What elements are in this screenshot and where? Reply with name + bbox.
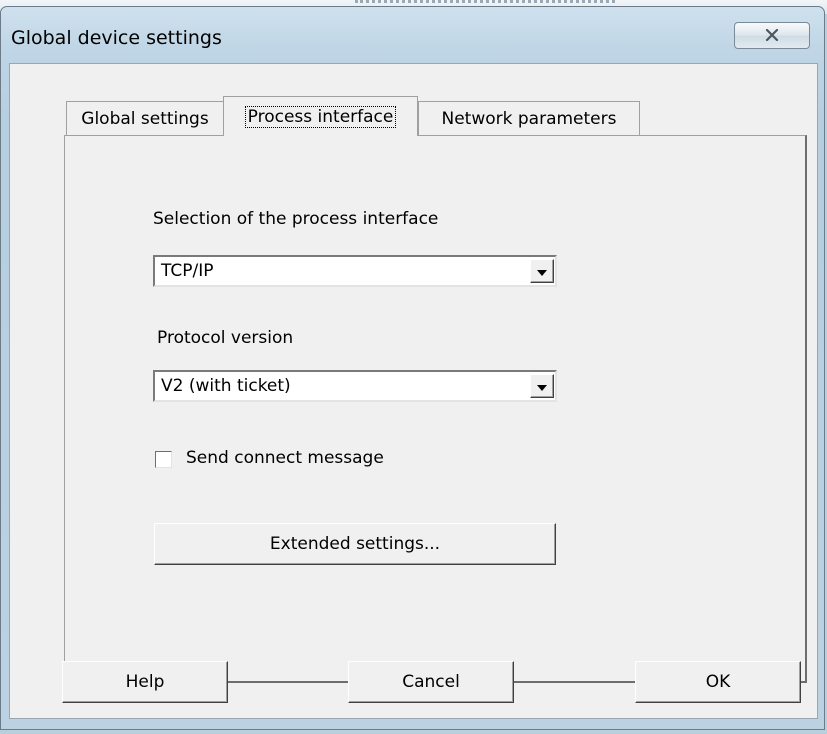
dropdown-arrow-button[interactable] — [530, 374, 554, 398]
chevron-down-icon — [537, 261, 547, 281]
select-value: TCP/IP — [161, 261, 214, 281]
tab-process-interface[interactable]: Process interface — [223, 96, 418, 136]
cancel-button[interactable]: Cancel — [348, 661, 514, 703]
selection-label: Selection of the process interface — [153, 209, 439, 229]
protocol-version-label: Protocol version — [157, 328, 294, 348]
tab-network-parameters[interactable]: Network parameters — [418, 101, 640, 135]
close-x-icon — [765, 26, 779, 46]
button-label: Extended settings... — [269, 534, 441, 554]
tab-label: Global settings — [81, 108, 209, 129]
tab-label: Network parameters — [441, 108, 617, 129]
dialog-window: Global device settings Global settings P… — [0, 6, 825, 730]
dialog-client-area: Global settings Process interface Networ… — [9, 63, 818, 719]
select-value: V2 (with ticket) — [161, 376, 291, 396]
send-connect-label: Send connect message — [186, 448, 384, 468]
tab-global-settings[interactable]: Global settings — [66, 101, 224, 135]
process-interface-select[interactable]: TCP/IP — [153, 255, 557, 287]
extended-settings-button[interactable]: Extended settings... — [154, 523, 556, 565]
tab-label: Process interface — [244, 105, 397, 128]
button-label: Help — [125, 672, 165, 692]
close-button[interactable] — [734, 22, 810, 49]
button-label: OK — [705, 672, 731, 692]
dialog-title: Global device settings — [11, 27, 222, 49]
chevron-down-icon — [537, 376, 547, 396]
protocol-version-select[interactable]: V2 (with ticket) — [153, 370, 557, 402]
dropdown-arrow-button[interactable] — [530, 259, 554, 283]
send-connect-checkbox[interactable] — [155, 451, 172, 468]
button-label: Cancel — [402, 672, 460, 692]
help-button[interactable]: Help — [62, 661, 228, 703]
ok-button[interactable]: OK — [635, 661, 801, 703]
